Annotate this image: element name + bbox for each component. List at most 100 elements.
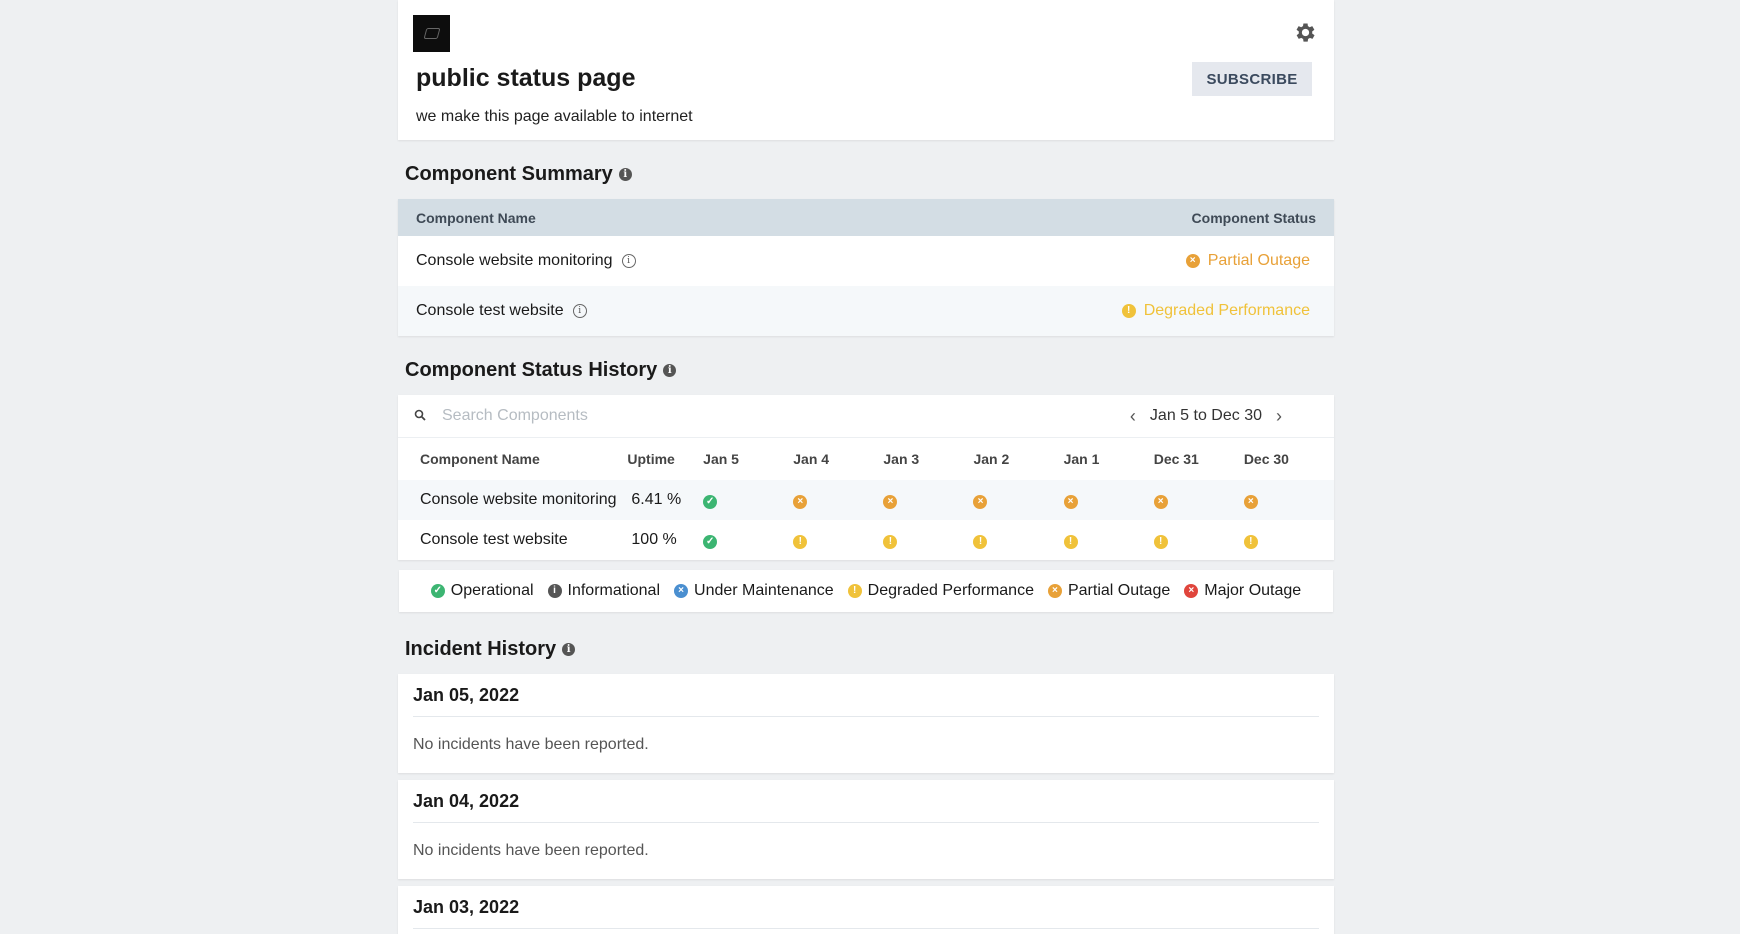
legend-item: × Major Outage	[1184, 582, 1301, 600]
partial-outage-icon[interactable]: ×	[1153, 495, 1168, 509]
day-cell: !	[883, 520, 973, 560]
degraded-performance-icon[interactable]: !	[973, 535, 988, 549]
component-name: Console test website	[420, 531, 568, 548]
section-title-text: Incident History	[405, 637, 557, 660]
section-title-text: Component Status History	[405, 358, 658, 381]
partial-outage-icon: ×	[1185, 254, 1200, 268]
partial-outage-icon[interactable]: ×	[1243, 495, 1258, 509]
operational-icon[interactable]: ✓	[703, 495, 718, 509]
legend-item: ✓ Operational	[430, 582, 534, 600]
legend-item: ! Degraded Performance	[847, 582, 1034, 600]
col-component-name: Component Name	[416, 209, 536, 226]
day-cell: ×	[1153, 480, 1244, 520]
col-date: Jan 3	[883, 451, 920, 467]
page-subtitle: we make this page available to internet	[416, 108, 693, 125]
col-date: Dec 30	[1243, 451, 1289, 467]
day-cell: ×	[1243, 480, 1334, 520]
operational-icon: ✓	[430, 584, 445, 598]
uptime-value: 100 %	[631, 531, 677, 548]
col-date: Jan 2	[973, 451, 1010, 467]
legend-label: Operational	[450, 582, 534, 599]
search-icon	[414, 409, 428, 424]
status-text: Partial Outage	[1207, 252, 1310, 269]
partial-outage-icon: ×	[1047, 584, 1062, 598]
partial-outage-icon[interactable]: ×	[1063, 495, 1078, 509]
degraded-performance-icon[interactable]: !	[1063, 535, 1078, 549]
info-icon[interactable]: i	[618, 167, 632, 181]
chevron-left-icon[interactable]: ‹	[1130, 406, 1136, 427]
informational-icon: i	[547, 584, 562, 598]
incident-day: Jan 04, 2022 No incidents have been repo…	[398, 780, 1334, 879]
col-date: Jan 4	[793, 451, 830, 467]
component-name: Console website monitoring i	[416, 252, 636, 270]
legend-label: Major Outage	[1204, 582, 1302, 599]
operational-icon[interactable]: ✓	[703, 535, 718, 549]
col-date: Dec 31	[1153, 451, 1199, 467]
day-cell: ×	[973, 480, 1064, 520]
subscribe-button[interactable]: SUBSCRIBE	[1192, 62, 1312, 96]
degraded-performance-icon: !	[847, 584, 862, 598]
day-cell: !	[793, 520, 883, 560]
info-icon[interactable]: i	[663, 363, 677, 377]
status-badge: ! Degraded Performance	[1121, 302, 1310, 320]
history-table: Component Name Uptime Jan 5 Jan 4 Jan 3 …	[398, 438, 1334, 560]
partial-outage-icon[interactable]: ×	[793, 495, 808, 509]
component-name-text: Console website monitoring	[416, 252, 613, 269]
header-card: public status page we make this page ava…	[398, 0, 1334, 140]
col-date: Jan 5	[703, 451, 739, 467]
table-row: Console test website 100 % ✓ ! ! ! ! ! !	[398, 520, 1334, 560]
history-header-row: Component Name Uptime Jan 5 Jan 4 Jan 3 …	[398, 438, 1334, 480]
partial-outage-icon[interactable]: ×	[973, 495, 988, 509]
info-outline-icon[interactable]: i	[621, 254, 636, 268]
incident-date: Jan 04, 2022	[413, 780, 1319, 823]
day-cell: !	[1153, 520, 1244, 560]
component-name: Console website monitoring	[398, 480, 628, 520]
status-badge: × Partial Outage	[1185, 252, 1310, 270]
legend-item: × Under Maintenance	[674, 582, 834, 600]
chevron-right-icon[interactable]: ›	[1276, 406, 1282, 427]
col-component-name: Component Name	[420, 451, 540, 467]
gear-icon[interactable]	[1293, 20, 1318, 45]
col-component-status: Component Status	[1191, 209, 1316, 226]
major-outage-icon: ×	[1184, 584, 1199, 598]
summary-header-row: Component Name Component Status	[398, 199, 1334, 236]
degraded-performance-icon[interactable]: !	[793, 535, 808, 549]
status-history-heading: Component Status History i	[398, 353, 677, 387]
date-range-label: Jan 5 to Dec 30	[1149, 407, 1262, 424]
day-cell: !	[1063, 520, 1154, 560]
status-text: Degraded Performance	[1143, 302, 1310, 319]
search-input[interactable]	[440, 406, 844, 426]
incident-date: Jan 05, 2022	[413, 674, 1319, 717]
component-name-text: Console test website	[416, 302, 564, 319]
page-title: public status page	[416, 64, 636, 92]
legend-item: i Informational	[547, 582, 661, 600]
incident-text: No incidents have been reported.	[413, 736, 649, 753]
col-date: Jan 1	[1063, 451, 1100, 467]
day-cell: ✓	[703, 480, 794, 520]
day-cell: !	[1243, 520, 1334, 560]
incident-text: No incidents have been reported.	[413, 842, 649, 859]
degraded-performance-icon[interactable]: !	[883, 535, 898, 549]
legend-item: × Partial Outage	[1047, 582, 1170, 600]
degraded-performance-icon[interactable]: !	[1153, 535, 1168, 549]
legend-label: Informational	[567, 582, 661, 599]
table-row: Console test website i ! Degraded Perfor…	[398, 286, 1334, 336]
legend-label: Degraded Performance	[867, 582, 1034, 599]
incident-day: Jan 03, 2022	[398, 886, 1334, 934]
info-outline-icon[interactable]: i	[572, 304, 587, 318]
status-history-panel: ‹ Jan 5 to Dec 30 › Component Name Uptim…	[398, 395, 1334, 560]
day-cell: ✓	[703, 520, 793, 560]
component-name: Console test website i	[416, 302, 587, 320]
day-cell: ×	[793, 480, 884, 520]
status-legend: ✓ Operational i Informational × Under Maint…	[399, 570, 1333, 612]
degraded-performance-icon: !	[1121, 304, 1136, 318]
info-icon[interactable]: i	[562, 642, 576, 656]
partial-outage-icon[interactable]: ×	[883, 495, 898, 509]
component-summary-heading: Component Summary i	[398, 157, 632, 191]
degraded-performance-icon[interactable]: !	[1243, 535, 1258, 549]
table-row: Console website monitoring i × Partial O…	[398, 236, 1334, 286]
day-cell: ×	[883, 480, 974, 520]
table-row: Console website monitoring 6.41 % ✓ × × …	[398, 480, 1334, 520]
day-cell: !	[973, 520, 1063, 560]
company-logo	[413, 15, 450, 52]
